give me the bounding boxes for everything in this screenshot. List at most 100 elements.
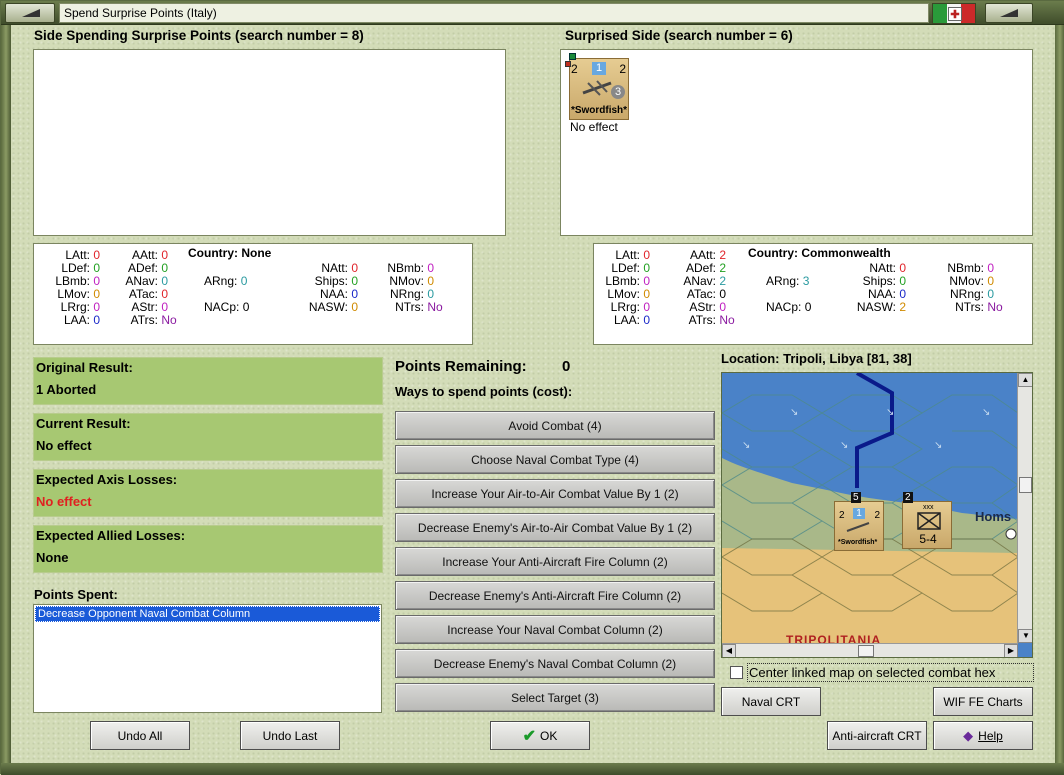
- map-town-label: Homs: [975, 509, 1012, 524]
- map-unit-right-value: 2: [874, 510, 880, 521]
- map-horizontal-scrollbar[interactable]: ◀ ▶: [722, 643, 1018, 657]
- stat-latt: 0: [93, 248, 101, 262]
- stat-nacp: 0: [804, 300, 812, 314]
- stat-arng: 3: [802, 274, 810, 288]
- center-map-checkbox[interactable]: [730, 666, 743, 679]
- stat-lrrg: 0: [93, 300, 101, 314]
- stat-lrrg: 0: [643, 300, 651, 314]
- system-menu-button[interactable]: [5, 3, 55, 23]
- allied-losses-value: None: [36, 550, 69, 565]
- increase-naval-combat-button[interactable]: Increase Your Naval Combat Column (2): [395, 615, 715, 644]
- restore-button[interactable]: [985, 3, 1033, 23]
- unit-center-value: 1: [592, 62, 606, 75]
- original-result-value: 1 Aborted: [36, 382, 97, 397]
- horizontal-scroll-thumb[interactable]: [858, 645, 874, 657]
- svg-text:↘: ↘: [982, 407, 990, 418]
- axis-losses-label: Expected Axis Losses:: [36, 472, 178, 487]
- points-remaining-value: 0: [562, 358, 571, 375]
- stat-ships: 0: [351, 274, 359, 288]
- dialog-window: Spend Surprise Points (Italy) ✚ Side Spe…: [0, 0, 1064, 775]
- stat-latt: 0: [643, 248, 651, 262]
- ways-to-spend-label: Ways to spend points (cost):: [395, 384, 573, 399]
- unit-bottom-value: 3: [611, 85, 625, 99]
- swordfish-unit-counter[interactable]: 2 1 2 3 *Swordfish*: [565, 53, 629, 120]
- select-target-button[interactable]: Select Target (3): [395, 683, 715, 712]
- current-result-label: Current Result:: [36, 416, 131, 431]
- avoid-combat-button[interactable]: Avoid Combat (4): [395, 411, 715, 440]
- stat-laa: 0: [93, 313, 101, 327]
- right-side-heading: Surprised Side (search number = 6): [565, 28, 793, 43]
- minimize-icon: [22, 9, 40, 17]
- naval-crt-button[interactable]: Naval CRT: [721, 687, 821, 716]
- stat-lbmb: 0: [643, 274, 651, 288]
- points-spent-item[interactable]: Decrease Opponent Naval Combat Column: [35, 606, 380, 622]
- scroll-left-icon[interactable]: ◀: [722, 644, 736, 657]
- stat-naa: 0: [351, 287, 359, 301]
- unit-right-value: 2: [619, 62, 626, 76]
- svg-text:↘: ↘: [886, 407, 894, 418]
- italy-flag-icon: ✚: [932, 3, 976, 24]
- stat-nrng: 0: [987, 287, 995, 301]
- increase-aa-fire-button[interactable]: Increase Your Anti-Aircraft Fire Column …: [395, 547, 715, 576]
- allied-losses-panel: Expected Allied Losses: None: [33, 525, 383, 573]
- stat-nbmb: 0: [427, 261, 435, 275]
- map-unit-center-value: 1: [853, 508, 865, 519]
- stat-adef: 0: [161, 261, 169, 275]
- original-result-label: Original Result:: [36, 360, 133, 375]
- help-button[interactable]: ◆ Help: [933, 721, 1033, 750]
- ok-button[interactable]: ✔ OK: [490, 721, 590, 750]
- vertical-scroll-thumb[interactable]: [1019, 477, 1032, 493]
- town-icon: [1005, 528, 1017, 540]
- stat-nasw: 0: [351, 300, 359, 314]
- stat-astr: 0: [719, 300, 727, 314]
- center-map-checkbox-label[interactable]: Center linked map on selected combat hex: [747, 663, 1034, 682]
- map-unit-left-value: 2: [839, 510, 845, 521]
- decrease-enemy-naval-combat-button[interactable]: Decrease Enemy's Naval Combat Column (2): [395, 649, 715, 678]
- increase-air-to-air-button[interactable]: Increase Your Air-to-Air Combat Value By…: [395, 479, 715, 508]
- stat-ldef: 0: [643, 261, 651, 275]
- wif-fe-charts-button[interactable]: WIF FE Charts: [933, 687, 1033, 716]
- map-land-unit-counter[interactable]: 2 xxx 5-4: [902, 492, 952, 549]
- stat-nmov: 0: [987, 274, 995, 288]
- scroll-down-icon[interactable]: ▼: [1018, 629, 1032, 643]
- unit-left-value: 2: [571, 62, 578, 76]
- stat-ships: 0: [899, 274, 907, 288]
- points-spent-list[interactable]: Decrease Opponent Naval Combat Column: [33, 604, 382, 713]
- land-unit-value: 5-4: [919, 532, 937, 546]
- title-bar: Spend Surprise Points (Italy) ✚: [1, 1, 1064, 25]
- undo-all-button[interactable]: Undo All: [90, 721, 190, 750]
- map-view[interactable]: ↘ ↘ ↘ ↘ ↘ ↘ Homs TRIPOLITANIA 5 2 1 2 *Sword…: [721, 372, 1033, 658]
- scroll-up-icon[interactable]: ▲: [1018, 373, 1032, 387]
- map-air-unit-counter[interactable]: 5 2 1 2 *Swordfish*: [834, 492, 884, 551]
- map-unit-name: *Swordfish*: [838, 539, 878, 546]
- svg-text:↘: ↘: [790, 407, 798, 418]
- map-location: Location: Tripoli, Libya [81, 38]: [721, 351, 912, 366]
- help-label: Help: [978, 728, 1003, 743]
- stat-nmov: 0: [427, 274, 435, 288]
- stat-laa: 0: [643, 313, 651, 327]
- spending-side-stats: LAtt: 0 LDef: 0 LBmb: 0 LMov: 0 LRrg: 0 …: [33, 243, 473, 345]
- stat-lmov: 0: [643, 287, 651, 301]
- stat-ntrs: No: [427, 300, 443, 314]
- points-remaining-label: Points Remaining:: [395, 358, 527, 375]
- current-result-value: No effect: [36, 438, 92, 453]
- unit-name: *Swordfish*: [570, 105, 628, 116]
- stat-country: Country: None: [188, 246, 272, 260]
- stat-anav: 0: [161, 274, 169, 288]
- surprised-side-unit-list[interactable]: 2 1 2 3 *Swordfish* No effect: [560, 49, 1033, 236]
- scroll-right-icon[interactable]: ▶: [1004, 644, 1018, 657]
- ok-label: OK: [540, 728, 558, 743]
- stat-atrs: No: [161, 313, 177, 327]
- decrease-enemy-aa-fire-button[interactable]: Decrease Enemy's Anti-Aircraft Fire Colu…: [395, 581, 715, 610]
- stat-atac: 0: [161, 287, 169, 301]
- choose-naval-combat-type-button[interactable]: Choose Naval Combat Type (4): [395, 445, 715, 474]
- undo-last-button[interactable]: Undo Last: [240, 721, 340, 750]
- air-stack-count: 5: [851, 492, 861, 503]
- land-stack-count: 2: [903, 492, 913, 503]
- decrease-enemy-air-to-air-button[interactable]: Decrease Enemy's Air-to-Air Combat Value…: [395, 513, 715, 542]
- map-vertical-scrollbar[interactable]: ▲ ▼: [1017, 373, 1032, 643]
- anti-aircraft-crt-button[interactable]: Anti-aircraft CRT: [827, 721, 927, 750]
- unit-result: No effect: [570, 120, 618, 134]
- stat-ntrs: No: [987, 300, 1003, 314]
- spending-side-unit-list[interactable]: [33, 49, 506, 236]
